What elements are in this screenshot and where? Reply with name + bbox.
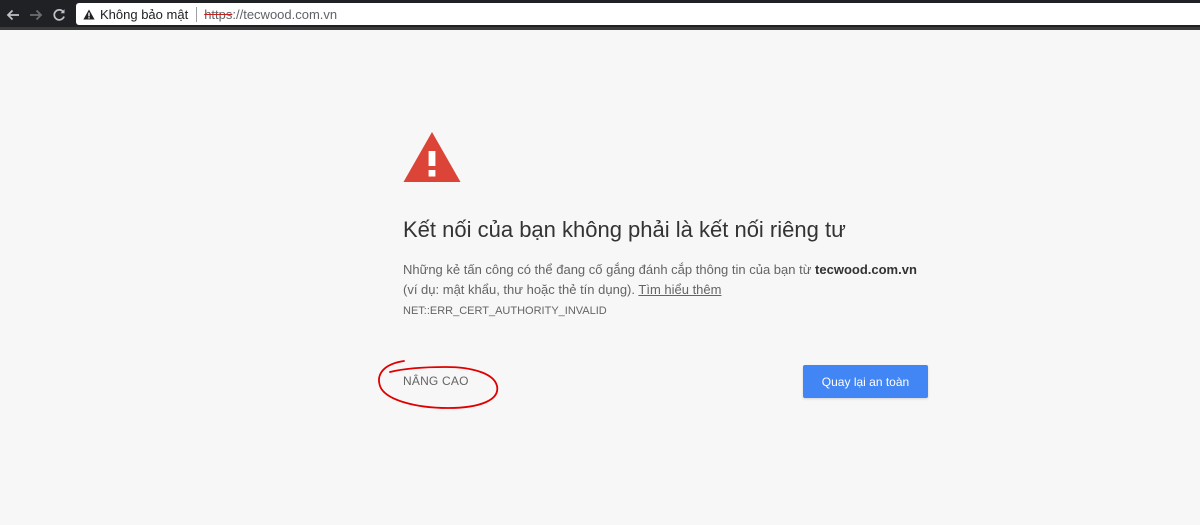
forward-arrow-icon[interactable] [26,5,46,25]
site-domain: tecwood.com.vn [815,262,917,277]
back-arrow-icon[interactable] [3,5,23,25]
browser-toolbar: Không bảo mật https://tecwood.com.vn [0,0,1200,30]
reload-icon[interactable] [49,5,69,25]
warning-text-end: (ví dụ: mật khẩu, thư hoặc thẻ tín dụng)… [403,282,639,297]
page-title: Kết nối của bạn không phải là kết nối ri… [403,217,846,242]
omnibox-divider [196,6,198,22]
url-scheme: https [204,6,233,22]
warning-message: Những kẻ tấn công có thể đang cố gắng đá… [403,260,929,300]
security-label: Không bảo mật [100,6,189,22]
error-code: NET::ERR_CERT_AUTHORITY_INVALID [403,305,607,317]
url-host: ://tecwood.com.vn [232,6,338,22]
security-indicator[interactable]: Không bảo mật [83,7,188,22]
back-to-safety-button[interactable]: Quay lại an toàn [803,365,928,398]
learn-more-link[interactable]: Tìm hiểu thêm [638,282,721,297]
warning-triangle-icon [403,132,461,182]
warning-text-start: Những kẻ tấn công có thể đang cố gắng đá… [403,262,816,277]
address-bar[interactable]: Không bảo mật https://tecwood.com.vn [76,3,1200,25]
advanced-button[interactable]: NÂNG CAO [403,374,469,388]
warning-triangle-icon [83,9,95,19]
